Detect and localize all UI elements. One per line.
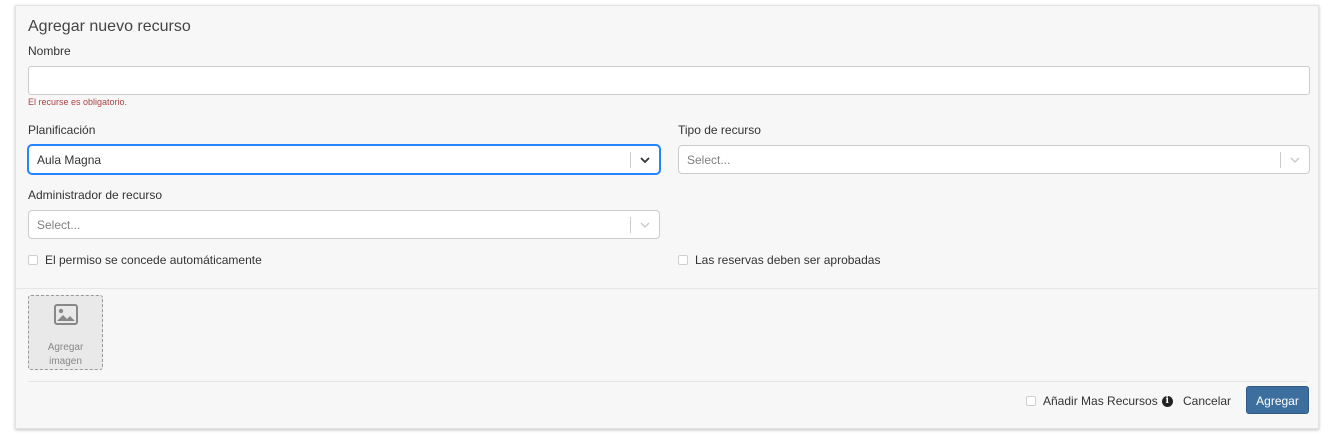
resource-type-select[interactable]: Select... bbox=[678, 145, 1310, 174]
approval-required-option[interactable]: Las reservas deben ser aprobadas bbox=[678, 253, 880, 267]
form-title: Agregar nuevo recurso bbox=[28, 18, 191, 35]
footer-divider bbox=[28, 381, 1308, 382]
add-resource-panel: Agregar nuevo recurso Nombre El recurse … bbox=[15, 5, 1320, 429]
name-error-message: El recurse es obligatorio. bbox=[28, 97, 128, 107]
section-divider bbox=[16, 288, 1320, 289]
add-image-button[interactable]: Agregar imagen bbox=[28, 295, 103, 370]
info-icon[interactable]: i bbox=[1161, 395, 1173, 407]
add-more-resources-label: Añadir Mas Recursos bbox=[1043, 394, 1158, 408]
resource-type-placeholder: Select... bbox=[687, 153, 731, 167]
admin-select[interactable]: Select... bbox=[28, 210, 660, 239]
cancel-button[interactable]: Cancelar bbox=[1183, 394, 1231, 408]
admin-placeholder: Select... bbox=[37, 218, 81, 232]
schedule-select-value: Aula Magna bbox=[37, 153, 102, 167]
add-more-resources-option[interactable]: Añadir Mas Recursos i bbox=[1026, 394, 1173, 408]
auto-permission-label: El permiso se concede automáticamente bbox=[45, 253, 262, 267]
schedule-select[interactable]: Aula Magna bbox=[28, 145, 660, 174]
approval-required-label: Las reservas deben ser aprobadas bbox=[695, 253, 881, 267]
add-more-resources-checkbox[interactable] bbox=[1026, 396, 1036, 406]
select-separator bbox=[630, 217, 631, 233]
admin-label: Administrador de recurso bbox=[28, 188, 163, 202]
add-resource-submit-button[interactable]: Agregar bbox=[1246, 386, 1309, 414]
auto-permission-option[interactable]: El permiso se concede automáticamente bbox=[28, 253, 262, 267]
approval-required-checkbox[interactable] bbox=[678, 255, 688, 265]
name-label: Nombre bbox=[28, 44, 71, 58]
image-icon bbox=[54, 304, 78, 325]
resource-type-label: Tipo de recurso bbox=[678, 123, 761, 137]
chevron-down-icon[interactable] bbox=[639, 219, 651, 231]
name-input[interactable] bbox=[28, 66, 1310, 95]
select-separator bbox=[1280, 152, 1281, 168]
schedule-label: Planificación bbox=[28, 123, 96, 137]
select-separator bbox=[630, 152, 631, 168]
auto-permission-checkbox[interactable] bbox=[28, 255, 38, 265]
add-image-label: Agregar imagen bbox=[47, 342, 84, 367]
chevron-down-icon[interactable] bbox=[639, 154, 651, 166]
chevron-down-icon[interactable] bbox=[1289, 154, 1301, 166]
